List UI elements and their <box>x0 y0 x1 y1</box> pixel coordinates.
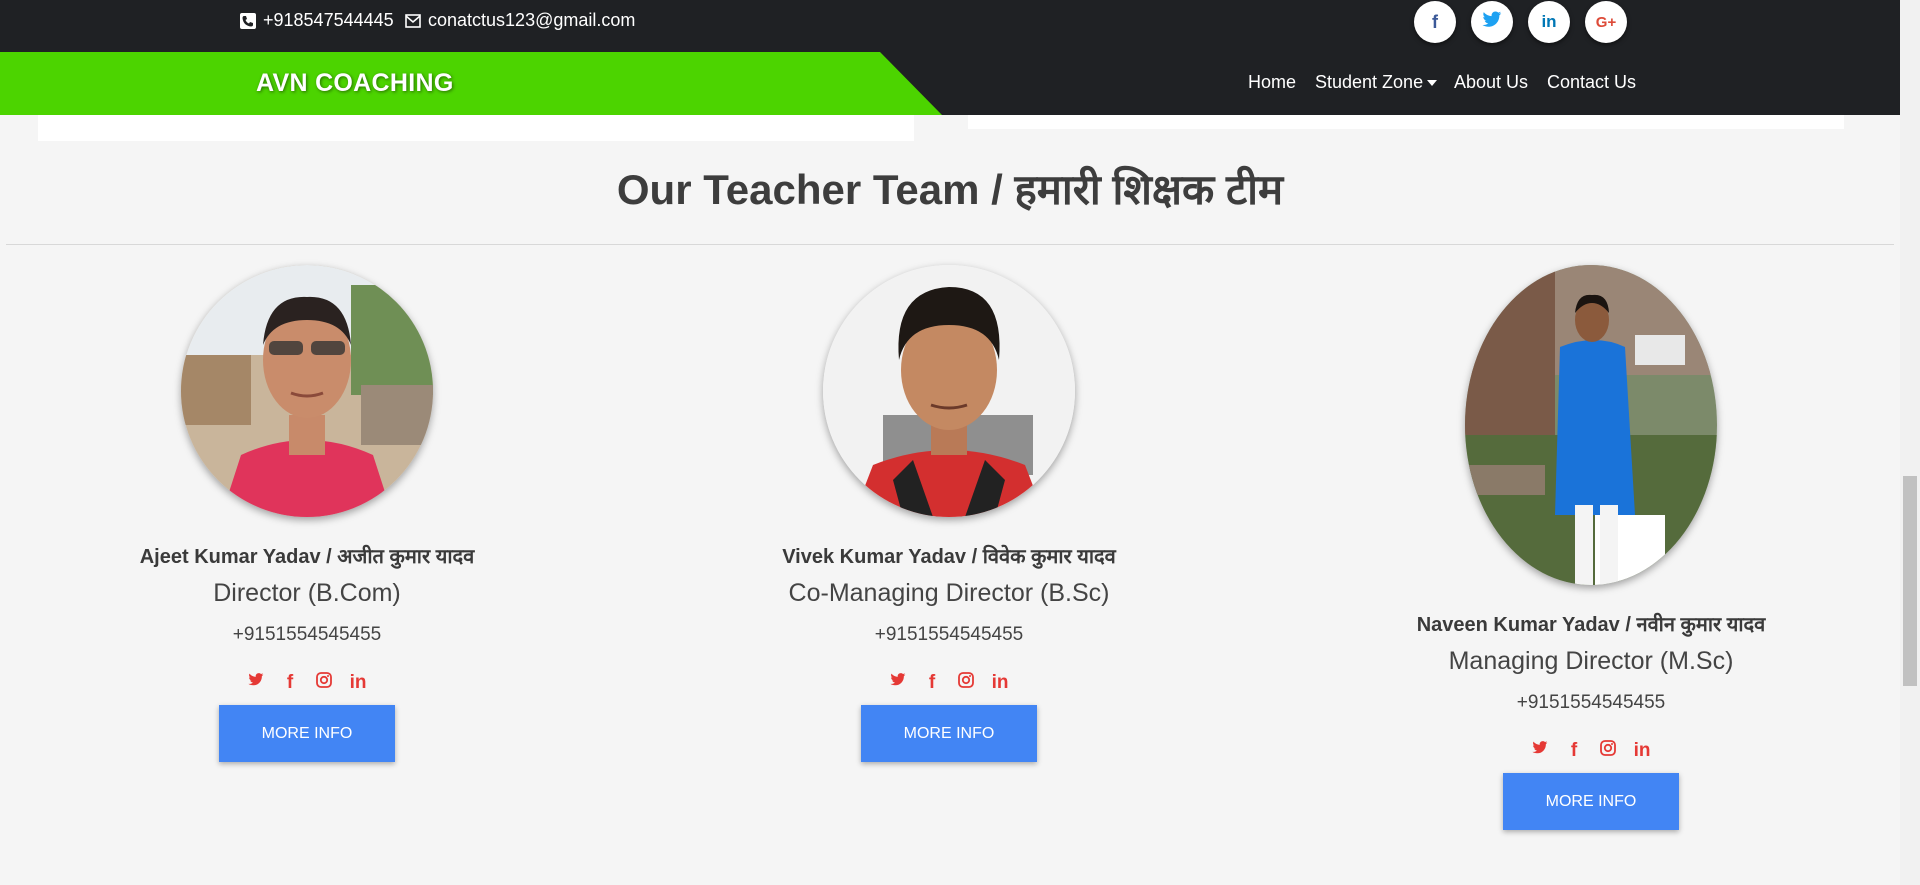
nav-home[interactable]: Home <box>1248 72 1296 93</box>
linkedin-icon[interactable]: in <box>1634 740 1651 762</box>
scrollbar-thumb[interactable] <box>1903 476 1917 686</box>
facebook-icon[interactable]: f <box>1566 740 1582 762</box>
instagram-icon[interactable] <box>316 672 332 694</box>
phone-number: +918547544445 <box>263 10 394 30</box>
team-member-card: Naveen Kumar Yadav / नवीन कुमार यादव Man… <box>1381 265 1801 830</box>
brand-banner <box>0 52 942 115</box>
more-info-button[interactable]: MORE INFO <box>1503 773 1679 830</box>
team-section-title: Our Teacher Team / हमारी शिक्षक टीम <box>616 166 1284 213</box>
team-member-card: Vivek Kumar Yadav / विवेक कुमार यादव Co-… <box>739 265 1159 762</box>
team-member-card: Ajeet Kumar Yadav / अजीत कुमार यादव Dire… <box>97 265 517 762</box>
twitter-icon[interactable] <box>890 672 906 694</box>
phone-contact[interactable]: +918547544445 <box>240 10 394 31</box>
member-phone: +9151554545455 <box>1516 692 1666 713</box>
member-social-links: f in <box>739 672 1159 694</box>
previous-card-right <box>968 115 1844 129</box>
facebook-icon: f <box>1432 11 1438 32</box>
top-contact-bar: +918547544445 conatctus123@gmail.com f i… <box>0 0 1900 52</box>
member-name: Ajeet Kumar Yadav / अजीत कुमार यादव <box>139 546 475 568</box>
facebook-icon[interactable]: f <box>282 672 298 694</box>
nav-about-us[interactable]: About Us <box>1454 72 1528 93</box>
facebook-icon[interactable]: f <box>924 672 940 694</box>
main-navbar: AVN COACHING Home Student Zone About Us … <box>0 52 1900 115</box>
page-scrollbar[interactable] <box>1900 0 1920 885</box>
google-plus-button[interactable]: G+ <box>1585 1 1627 43</box>
linkedin-icon: in <box>1541 12 1557 31</box>
twitter-icon[interactable] <box>1532 740 1548 762</box>
twitter-icon <box>1482 11 1502 33</box>
member-role: Co-Managing Director (B.Sc) <box>788 579 1110 607</box>
nav-student-zone-label: Student Zone <box>1315 72 1424 92</box>
member-photo <box>823 265 1075 517</box>
previous-card-left <box>38 115 914 141</box>
caret-down-icon <box>1427 80 1438 87</box>
section-divider <box>6 244 1894 245</box>
member-photo <box>181 265 433 517</box>
phone-icon <box>240 12 256 29</box>
member-role: Managing Director (M.Sc) <box>1448 647 1734 675</box>
member-name: Vivek Kumar Yadav / विवेक कुमार यादव <box>782 546 1116 568</box>
member-role: Director (B.Com) <box>213 579 401 607</box>
more-info-button[interactable]: MORE INFO <box>219 705 395 762</box>
twitter-icon[interactable] <box>248 672 264 694</box>
linkedin-button[interactable]: in <box>1528 1 1570 43</box>
instagram-icon[interactable] <box>1600 740 1616 762</box>
member-phone: +9151554545455 <box>874 624 1024 645</box>
member-name: Naveen Kumar Yadav / नवीन कुमार यादव <box>1416 614 1766 636</box>
linkedin-icon[interactable]: in <box>350 672 367 694</box>
email-address: conatctus123@gmail.com <box>428 10 636 30</box>
google-plus-icon: G+ <box>1595 13 1617 31</box>
member-social-links: f in <box>97 672 517 694</box>
facebook-button[interactable]: f <box>1414 1 1456 43</box>
linkedin-icon[interactable]: in <box>992 672 1009 694</box>
twitter-button[interactable] <box>1471 1 1513 43</box>
nav-contact-us[interactable]: Contact Us <box>1547 72 1636 93</box>
brand-logo[interactable]: AVN COACHING <box>256 69 454 98</box>
member-photo <box>1465 265 1717 585</box>
envelope-icon <box>405 13 421 29</box>
nav-student-zone[interactable]: Student Zone <box>1315 72 1438 93</box>
member-social-links: f in <box>1381 740 1801 762</box>
member-phone: +9151554545455 <box>232 624 382 645</box>
email-contact[interactable]: conatctus123@gmail.com <box>405 10 635 31</box>
more-info-button[interactable]: MORE INFO <box>861 705 1037 762</box>
instagram-icon[interactable] <box>958 672 974 694</box>
